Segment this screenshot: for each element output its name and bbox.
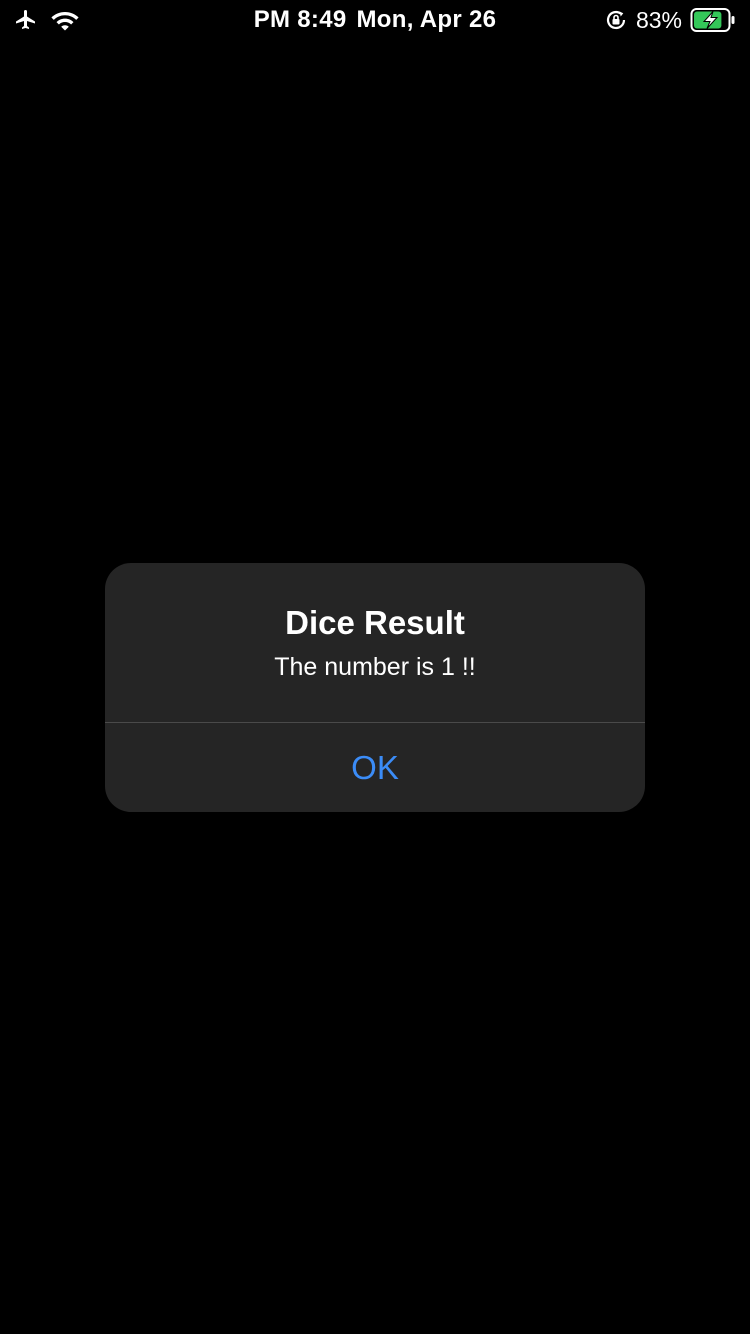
status-date: Mon, Apr 26 bbox=[356, 6, 497, 33]
battery-percent: 83% bbox=[635, 6, 682, 33]
status-right-icons: 83% bbox=[604, 6, 736, 34]
status-time: PM 8:49 bbox=[253, 6, 347, 33]
ok-button[interactable]: OK bbox=[105, 723, 645, 812]
screen: PM 8:49 Mon, Apr 26 83% Dice Result The … bbox=[0, 0, 750, 1334]
orientation-lock-icon bbox=[604, 8, 628, 32]
alert-title: Dice Result bbox=[285, 604, 465, 641]
alert-body: Dice Result The number is 1 !! bbox=[105, 563, 645, 722]
alert-dialog: Dice Result The number is 1 !! OK bbox=[105, 563, 645, 812]
status-bar: PM 8:49 Mon, Apr 26 83% bbox=[0, 0, 750, 40]
battery-charging-icon bbox=[690, 7, 736, 33]
alert-message: The number is 1 !! bbox=[274, 653, 476, 681]
